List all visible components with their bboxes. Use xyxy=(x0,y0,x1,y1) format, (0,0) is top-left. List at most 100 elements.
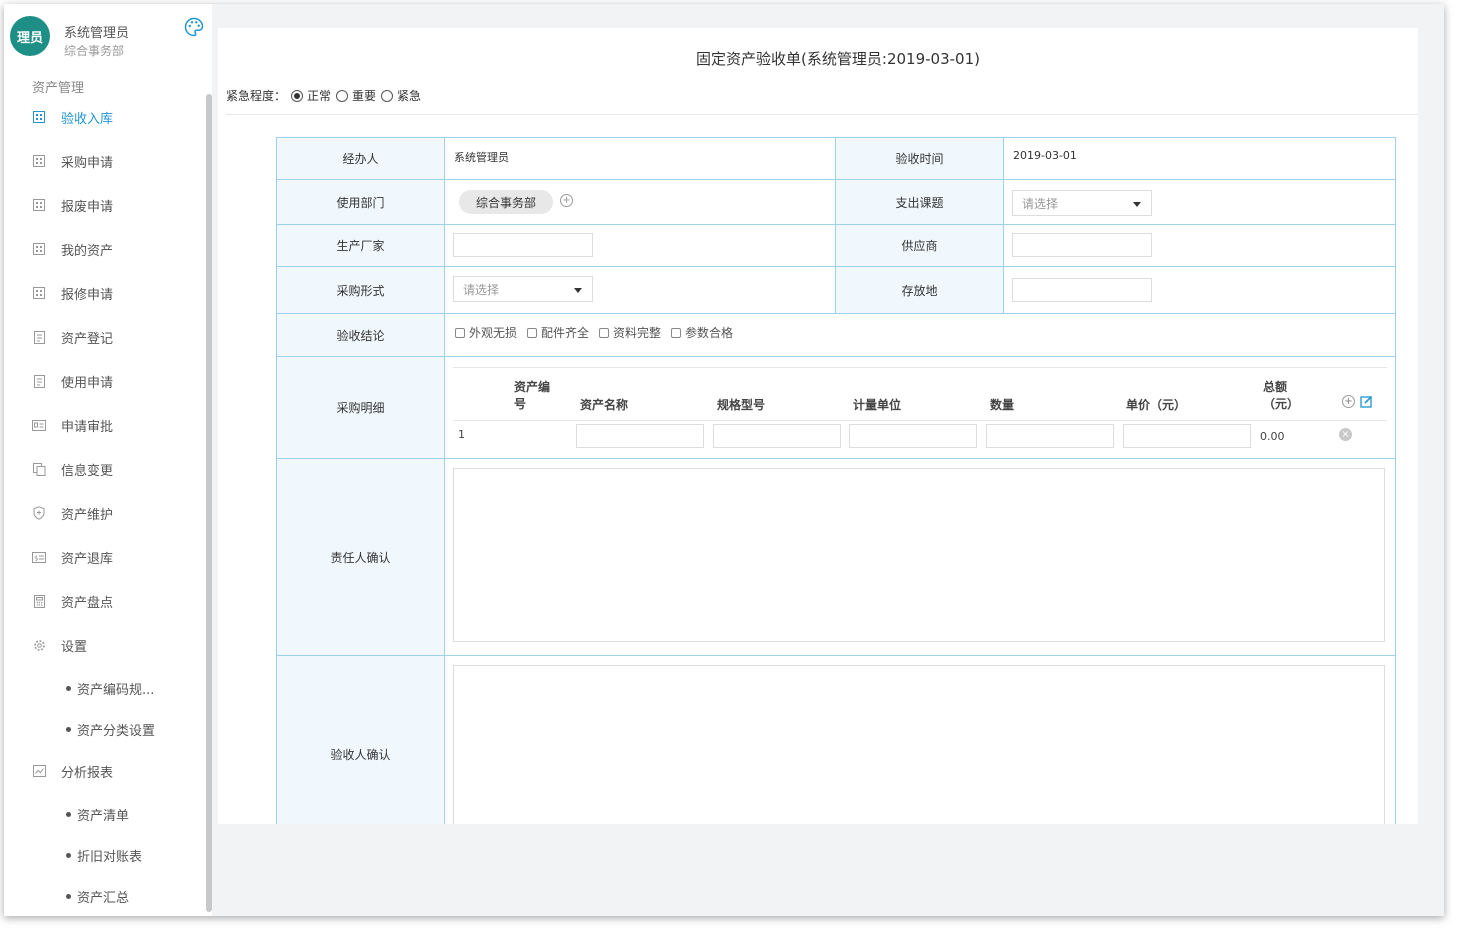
gear-icon xyxy=(32,638,46,652)
sidebar-item-label: 使用申请 xyxy=(61,375,114,391)
detail-label: 采购明细 xyxy=(277,357,445,458)
price-input[interactable] xyxy=(1123,424,1251,448)
col-name: 资产名称 xyxy=(580,398,629,412)
acceptor-label: 验收人确认 xyxy=(277,656,445,824)
sidebar-item-reports[interactable]: 分析报表 xyxy=(32,759,113,783)
sidebar-item-repair[interactable]: 报修申请 xyxy=(32,281,113,305)
detail-row: 1 0.00 × xyxy=(453,421,1387,451)
checkbox-label: 配件齐全 xyxy=(541,326,590,340)
edit-icon[interactable] xyxy=(1360,395,1373,411)
checkbox-appearance[interactable] xyxy=(455,327,465,338)
sidebar-item-label: 资产盘点 xyxy=(61,595,114,611)
sidebar-subitem-label: 折旧对账表 xyxy=(77,849,143,865)
handler-cell: 系统管理员 xyxy=(445,138,836,179)
expense-select[interactable]: 请选择 xyxy=(1012,190,1152,216)
storage-label: 存放地 xyxy=(836,267,1004,313)
spec-input[interactable] xyxy=(713,424,841,448)
sidebar-item-label: 设置 xyxy=(61,639,88,655)
sidebar-item-label: 报废申请 xyxy=(61,199,114,215)
responsible-cell xyxy=(445,459,1396,655)
return-icon: $ xyxy=(32,550,46,564)
palette-icon[interactable] xyxy=(184,17,204,37)
sidebar-subitem-depreciation[interactable]: 折旧对账表 xyxy=(66,845,142,865)
form-row-purchase-detail: 采购明细 资产编 号 资产名称 规格型号 计量单位 数量 单价（元） 总额 （元… xyxy=(277,357,1396,459)
checkbox-label: 参数合格 xyxy=(685,326,734,340)
row-index: 1 xyxy=(458,428,465,441)
purchase-form-select-placeholder: 请选择 xyxy=(463,282,500,297)
sidebar-item-my-assets[interactable]: 我的资产 xyxy=(32,237,113,261)
sidebar-item-label: 申请审批 xyxy=(61,419,114,435)
sidebar-item-purchase[interactable]: 采购申请 xyxy=(32,149,113,173)
urgency-radio-normal[interactable] xyxy=(291,89,304,102)
urgency-label: 紧急程度： xyxy=(226,89,287,103)
sidebar-subitem-category-settings[interactable]: 资产分类设置 xyxy=(66,719,155,739)
document-icon xyxy=(32,374,46,388)
sidebar-item-label: 采购申请 xyxy=(61,155,114,171)
storage-input[interactable] xyxy=(1012,278,1152,302)
manufacturer-cell xyxy=(445,225,836,266)
sidebar-subitem-label: 资产分类设置 xyxy=(77,723,156,739)
row-total: 0.00 xyxy=(1260,430,1285,443)
chart-icon xyxy=(32,764,46,778)
sidebar-scrollbar[interactable] xyxy=(206,94,212,912)
document-icon xyxy=(32,330,46,344)
urgency-radio-urgent[interactable] xyxy=(381,89,394,102)
sidebar-item-scrap[interactable]: 报废申请 xyxy=(32,193,113,217)
manufacturer-input[interactable] xyxy=(453,233,593,257)
avatar[interactable]: 理员 xyxy=(10,16,50,56)
supplier-input[interactable] xyxy=(1012,233,1152,257)
form-row-manufacturer: 生产厂家 供应商 xyxy=(277,225,1396,267)
sidebar-subitem-code-rules[interactable]: 资产编码规... xyxy=(66,678,154,698)
sidebar-item-use-request[interactable]: 使用申请 xyxy=(32,369,113,393)
grid-icon xyxy=(32,110,46,124)
sidebar-subitem-summary[interactable]: 资产汇总 xyxy=(66,886,129,906)
urgency-selector: 紧急程度： 正常 重要 紧急 xyxy=(226,87,421,104)
chevron-down-icon xyxy=(1133,202,1141,207)
bullet xyxy=(66,685,71,691)
sidebar-section-title: 资产管理 xyxy=(32,81,85,96)
acceptor-textarea[interactable] xyxy=(453,665,1385,824)
checkbox-documents[interactable] xyxy=(599,327,610,338)
purchase-form-select[interactable]: 请选择 xyxy=(453,276,593,302)
sidebar-item-info-change[interactable]: 信息变更 xyxy=(32,457,113,481)
sidebar-item-acceptance[interactable]: 验收入库 xyxy=(32,105,113,129)
asset-name-input[interactable] xyxy=(576,424,704,448)
unit-input[interactable] xyxy=(849,424,977,448)
sidebar-subitem-asset-list[interactable]: 资产清单 xyxy=(66,804,129,824)
purchase-form-label: 采购形式 xyxy=(277,267,445,313)
form-row-dept: 使用部门 综合事务部 + 支出课题 请选择 xyxy=(277,180,1396,225)
handler-value: 系统管理员 xyxy=(454,151,509,164)
bullet xyxy=(66,811,71,817)
sidebar-item-approval[interactable]: 申请审批 xyxy=(32,413,113,437)
checkbox-parameters[interactable] xyxy=(671,327,682,338)
supplier-label: 供应商 xyxy=(836,225,1004,266)
purchase-form-cell: 请选择 xyxy=(445,267,836,313)
add-dept-icon[interactable]: + xyxy=(560,194,573,207)
sidebar: 理员 系统管理员 综合事务部 资产管理 验收入库 采购申请 报废申请 我的资产 … xyxy=(4,4,212,916)
main-panel: 固定资产验收单(系统管理员:2019-03-01) 紧急程度： 正常 重要 紧急… xyxy=(218,28,1418,824)
sidebar-item-register[interactable]: 资产登记 xyxy=(32,325,113,349)
expense-cell: 请选择 xyxy=(1004,180,1396,224)
checkbox-label: 外观无损 xyxy=(469,326,518,340)
responsible-textarea[interactable] xyxy=(453,468,1385,642)
sidebar-item-label: 资产维护 xyxy=(61,507,114,523)
sidebar-item-return[interactable]: $ 资产退库 xyxy=(32,545,113,569)
dept-cell: 综合事务部 + xyxy=(445,180,836,224)
sidebar-item-settings[interactable]: 设置 xyxy=(32,633,87,657)
form-row-handler: 经办人 系统管理员 验收时间 2019-03-01 xyxy=(277,138,1396,180)
sidebar-item-inventory[interactable]: 资产盘点 xyxy=(32,589,113,613)
col-spec: 规格型号 xyxy=(717,398,766,412)
dept-tag[interactable]: 综合事务部 xyxy=(459,190,554,214)
col-unit: 计量单位 xyxy=(853,398,902,412)
add-row-icon[interactable]: + xyxy=(1342,395,1355,408)
sidebar-item-label: 信息变更 xyxy=(61,463,114,479)
responsible-label: 责任人确认 xyxy=(277,459,445,655)
files-icon xyxy=(32,462,46,476)
urgency-option-label: 正常 xyxy=(307,89,332,103)
qty-input[interactable] xyxy=(986,424,1114,448)
checkbox-accessories[interactable] xyxy=(527,327,538,338)
remove-row-icon[interactable]: × xyxy=(1339,428,1352,441)
supplier-cell xyxy=(1004,225,1396,266)
sidebar-item-maintenance[interactable]: 资产维护 xyxy=(32,501,113,525)
urgency-radio-important[interactable] xyxy=(336,89,349,102)
